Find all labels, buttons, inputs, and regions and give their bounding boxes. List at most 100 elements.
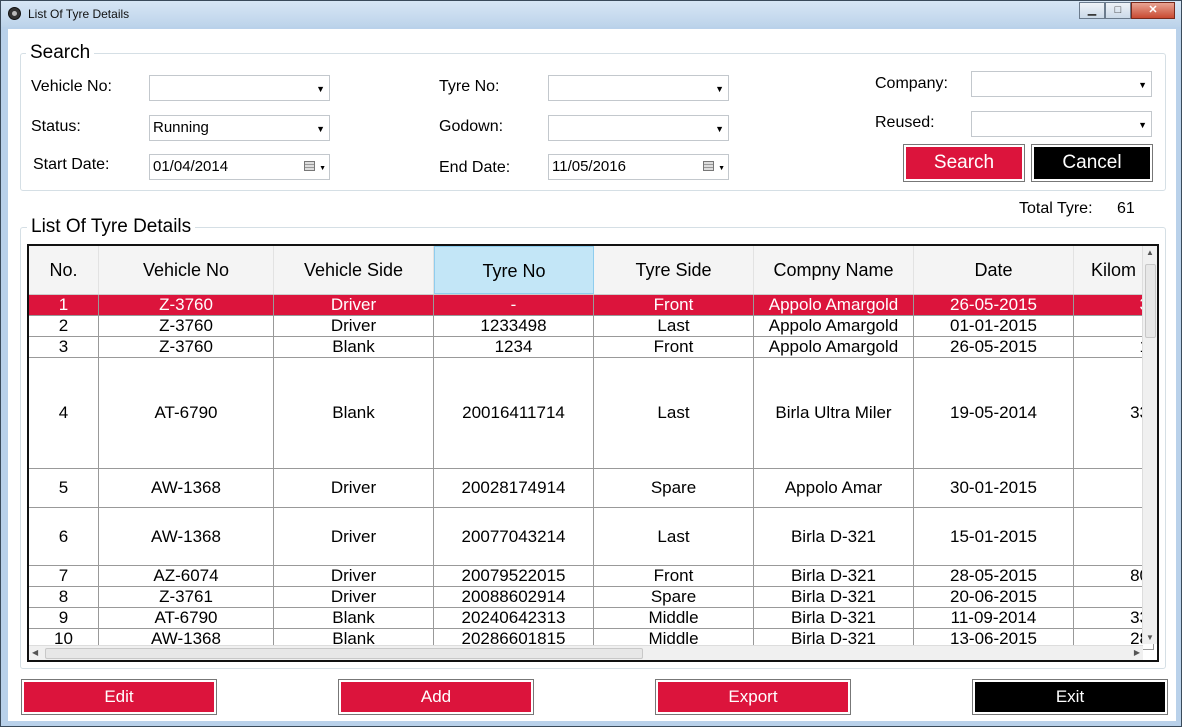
cell-company: Birla D-321 bbox=[754, 587, 914, 607]
search-button[interactable]: Search bbox=[903, 144, 1025, 182]
cell-tyre-no: 20079522015 bbox=[434, 566, 594, 586]
cell-vehicle-no: AW-1368 bbox=[99, 469, 274, 507]
reused-combo[interactable]: ▼ bbox=[971, 111, 1152, 137]
vehicle-no-label: Vehicle No: bbox=[31, 78, 112, 95]
chevron-down-icon[interactable]: ▼ bbox=[715, 117, 724, 141]
status-combo[interactable]: Running ▼ bbox=[149, 115, 330, 141]
cell-date: 28-05-2015 bbox=[914, 566, 1074, 586]
close-button[interactable]: ✕ bbox=[1131, 2, 1175, 19]
cell-vehicle-side: Blank bbox=[274, 337, 434, 357]
cell-tyre-side: Last bbox=[594, 358, 754, 468]
chevron-down-icon[interactable]: ▼ bbox=[718, 157, 725, 181]
cell-date: 19-05-2014 bbox=[914, 358, 1074, 468]
status-label: Status: bbox=[31, 118, 81, 135]
list-legend: List Of Tyre Details bbox=[27, 216, 196, 238]
scroll-right-icon[interactable]: ▶ bbox=[1134, 648, 1140, 657]
app-window: List Of Tyre Details ▁ □ ✕ Search Vehicl… bbox=[0, 0, 1182, 727]
cell-vehicle-side: Blank bbox=[274, 358, 434, 468]
calendar-icon[interactable] bbox=[703, 161, 714, 171]
tyre-data-grid[interactable]: No. Vehicle No Vehicle Side Tyre No Tyre Sid… bbox=[27, 244, 1159, 662]
cell-tyre-no: 20016411714 bbox=[434, 358, 594, 468]
table-row[interactable]: 6 AW-1368 Driver 20077043214 Last Birla D-321… bbox=[29, 508, 1154, 566]
cell-date: 26-05-2015 bbox=[914, 295, 1074, 315]
start-date-picker[interactable]: 01/04/2014 ▼ bbox=[149, 154, 330, 180]
cell-tyre-side: Front bbox=[594, 566, 754, 586]
cell-tyre-no: 1234 bbox=[434, 337, 594, 357]
cell-vehicle-side: Driver bbox=[274, 587, 434, 607]
table-row[interactable]: 5 AW-1368 Driver 20028174914 Spare Appolo Ama… bbox=[29, 469, 1154, 508]
header-col-vehicle-no[interactable]: Vehicle No bbox=[99, 246, 274, 294]
start-date-value: 01/04/2014 bbox=[153, 158, 229, 175]
title-bar: List Of Tyre Details ▁ □ ✕ bbox=[1, 1, 1181, 27]
cancel-button[interactable]: Cancel bbox=[1031, 144, 1153, 182]
cell-tyre-side: Last bbox=[594, 508, 754, 565]
export-button[interactable]: Export bbox=[655, 679, 851, 715]
status-value: Running bbox=[153, 119, 209, 136]
cell-vehicle-no: Z-3760 bbox=[99, 295, 274, 315]
app-tyre-icon bbox=[8, 7, 21, 20]
reused-label: Reused: bbox=[875, 114, 935, 131]
cell-no: 3 bbox=[29, 337, 99, 357]
chevron-down-icon[interactable]: ▼ bbox=[715, 77, 724, 101]
cell-tyre-side: Spare bbox=[594, 469, 754, 507]
cell-no: 9 bbox=[29, 608, 99, 628]
cell-date: 15-01-2015 bbox=[914, 508, 1074, 565]
chevron-down-icon[interactable]: ▼ bbox=[319, 157, 326, 181]
table-row[interactable]: 3 Z-3760 Blank 1234 Front Appolo Amargold 26-0… bbox=[29, 337, 1154, 358]
tyre-no-combo[interactable]: ▼ bbox=[548, 75, 729, 101]
company-combo[interactable]: ▼ bbox=[971, 71, 1152, 97]
add-button[interactable]: Add bbox=[338, 679, 534, 715]
cell-tyre-side: Last bbox=[594, 316, 754, 336]
cell-vehicle-side: Driver bbox=[274, 469, 434, 507]
cell-vehicle-no: AT-6790 bbox=[99, 358, 274, 468]
chevron-down-icon[interactable]: ▼ bbox=[1138, 73, 1147, 97]
table-row[interactable]: 8 Z-3761 Driver 20088602914 Spare Birla D-321… bbox=[29, 587, 1154, 608]
vehicle-no-combo[interactable]: ▼ bbox=[149, 75, 330, 101]
chevron-down-icon[interactable]: ▼ bbox=[316, 117, 325, 141]
header-col-tyre-side[interactable]: Tyre Side bbox=[594, 246, 754, 294]
header-col-vehicle-side[interactable]: Vehicle Side bbox=[274, 246, 434, 294]
cell-date: 11-09-2014 bbox=[914, 608, 1074, 628]
scroll-left-icon[interactable]: ◀ bbox=[32, 648, 38, 657]
cell-tyre-side: Front bbox=[594, 295, 754, 315]
edit-button[interactable]: Edit bbox=[21, 679, 217, 715]
table-row[interactable]: 2 Z-3760 Driver 1233498 Last Appolo Amargold 0… bbox=[29, 316, 1154, 337]
table-row[interactable]: 4 AT-6790 Blank 20016411714 Last Birla Ultra … bbox=[29, 358, 1154, 469]
chevron-down-icon[interactable]: ▼ bbox=[1138, 113, 1147, 137]
godown-combo[interactable]: ▼ bbox=[548, 115, 729, 141]
window-title: List Of Tyre Details bbox=[28, 7, 130, 21]
maximize-button[interactable]: □ bbox=[1105, 2, 1131, 19]
grid-rows: 1 Z-3760 Driver - Front Appolo Amargold 26-05-… bbox=[29, 295, 1154, 650]
header-col-no[interactable]: No. bbox=[29, 246, 99, 294]
horizontal-scrollbar[interactable]: ◀ ▶ bbox=[29, 645, 1143, 660]
cell-company: Birla Ultra Miler bbox=[754, 358, 914, 468]
scroll-up-icon[interactable]: ▲ bbox=[1146, 248, 1154, 257]
header-col-company[interactable]: Compny Name bbox=[754, 246, 914, 294]
exit-button[interactable]: Exit bbox=[972, 679, 1168, 715]
header-col-tyre-no[interactable]: Tyre No bbox=[434, 246, 594, 294]
end-date-picker[interactable]: 11/05/2016 ▼ bbox=[548, 154, 729, 180]
cell-date: 01-01-2015 bbox=[914, 316, 1074, 336]
cell-company: Appolo Amargold bbox=[754, 337, 914, 357]
cell-no: 5 bbox=[29, 469, 99, 507]
header-col-date[interactable]: Date bbox=[914, 246, 1074, 294]
minimize-button[interactable]: ▁ bbox=[1079, 2, 1105, 19]
total-tyre-count: 61 bbox=[1117, 200, 1135, 217]
cell-date: 20-06-2015 bbox=[914, 587, 1074, 607]
chevron-down-icon[interactable]: ▼ bbox=[316, 77, 325, 101]
cell-no: 6 bbox=[29, 508, 99, 565]
cell-vehicle-no: AW-1368 bbox=[99, 508, 274, 565]
table-row[interactable]: 7 AZ-6074 Driver 20079522015 Front Birla D-32… bbox=[29, 566, 1154, 587]
cell-vehicle-side: Blank bbox=[274, 608, 434, 628]
table-row[interactable]: 9 AT-6790 Blank 20240642313 Middle Birla D-32… bbox=[29, 608, 1154, 629]
scroll-down-icon[interactable]: ▼ bbox=[1146, 633, 1154, 642]
calendar-icon[interactable] bbox=[304, 161, 315, 171]
vertical-scroll-thumb[interactable] bbox=[1145, 264, 1156, 338]
cell-company: Birla D-321 bbox=[754, 608, 914, 628]
cell-vehicle-no: AT-6790 bbox=[99, 608, 274, 628]
search-legend: Search bbox=[26, 42, 95, 64]
horizontal-scroll-thumb[interactable] bbox=[45, 648, 643, 659]
cell-date: 26-05-2015 bbox=[914, 337, 1074, 357]
vertical-scrollbar[interactable]: ▲ ▼ bbox=[1142, 246, 1157, 644]
table-row[interactable]: 1 Z-3760 Driver - Front Appolo Amargold 26-05-… bbox=[29, 295, 1154, 316]
